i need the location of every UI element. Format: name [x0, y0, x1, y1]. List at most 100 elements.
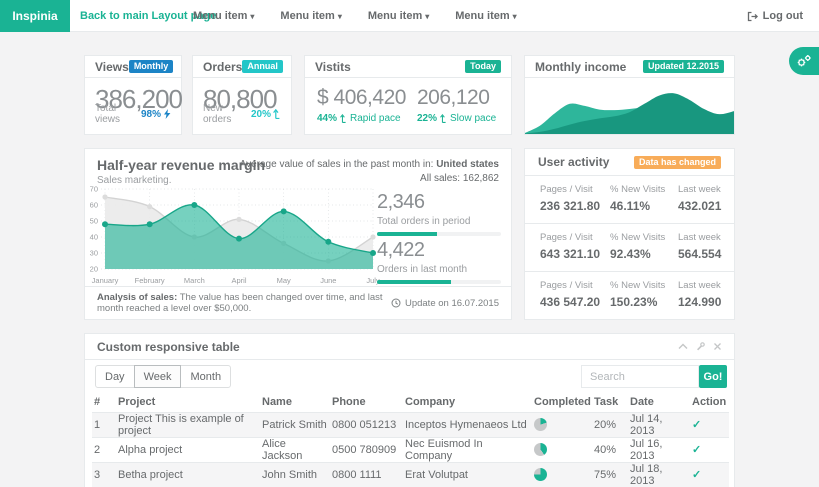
completed-pie-icon: [534, 468, 547, 481]
menu-item-4[interactable]: Menu item▾: [455, 10, 516, 22]
menu-item-2[interactable]: Menu item▾: [280, 10, 341, 22]
filter-button-day[interactable]: Day: [95, 365, 135, 388]
data-changed-badge: Data has changed: [634, 156, 721, 169]
update-info: Update on 16.07.2015: [391, 298, 499, 309]
logout-button[interactable]: Log out: [747, 0, 803, 32]
caret-down-icon: ▾: [425, 12, 429, 21]
svg-text:January: January: [92, 276, 119, 285]
cell-num: 2: [92, 437, 116, 462]
cell-num: 3: [92, 462, 116, 487]
column-header[interactable]: Task: [592, 393, 628, 412]
column-header[interactable]: Phone: [330, 393, 403, 412]
cell-task: 40%: [592, 437, 628, 462]
column-header[interactable]: Project: [116, 393, 260, 412]
cell-date: Jul 16, 2013: [628, 437, 690, 462]
user-activity-cell: % New Visits92.43%: [610, 232, 678, 271]
search-input[interactable]: [581, 365, 699, 388]
cell-name: Patrick Smith: [260, 412, 330, 437]
user-activity-cell: Pages / Visit643 321.10: [540, 232, 610, 271]
clock-icon: [391, 298, 401, 308]
cell-task: 20%: [592, 412, 628, 437]
user-activity-rows: Pages / Visit236 321.80% New Visits46.11…: [525, 176, 734, 320]
menu-item-1[interactable]: Menu item▾: [193, 10, 254, 22]
cell-company: Inceptos Hymenaeos Ltd: [403, 412, 532, 437]
orders-title: Orders: [203, 60, 242, 74]
svg-text:60: 60: [90, 201, 98, 210]
views-title: Views: [95, 60, 129, 74]
check-icon[interactable]: ✓: [692, 469, 701, 481]
monthly-income-panel: Monthly income Updated 12.2015: [524, 55, 735, 135]
cell-phone: 0500 780909: [330, 437, 403, 462]
svg-text:40: 40: [90, 233, 98, 242]
filter-button-week[interactable]: Week: [134, 365, 182, 388]
user-activity-row: Pages / Visit643 321.10% New Visits92.43…: [525, 224, 734, 272]
caret-down-icon: ▾: [513, 12, 517, 21]
cell-action: ✓: [690, 437, 729, 462]
income-badge: Updated 12.2015: [643, 60, 724, 73]
cell-completed: [532, 412, 592, 437]
orders-delta: 20%: [251, 103, 281, 125]
cell-phone: 0800 051213: [330, 412, 403, 437]
visits-panel: Vistits Today $ 406,420 44% Rapid pace 2…: [304, 55, 512, 135]
cell-task: 75%: [592, 462, 628, 487]
cell-num: 1: [92, 412, 116, 437]
column-header[interactable]: Company: [403, 393, 532, 412]
cell-action: ✓: [690, 462, 729, 487]
top-navbar: Inspinia Back to main Layout page Menu i…: [0, 0, 819, 32]
revenue-area-chart: 203040506070JanuaryFebruaryMarchAprilMay…: [89, 181, 381, 286]
table-row: 3Betha projectJohn Smith0800 1111Erat Vo…: [92, 462, 729, 487]
user-activity-row: Pages / Visit436 547.20% New Visits150.2…: [525, 272, 734, 320]
cell-company: Erat Volutpat: [403, 462, 532, 487]
completed-pie-icon: [534, 418, 547, 431]
visits-right-delta: 22% Slow pace: [417, 113, 496, 124]
user-activity-cell: Last week432.021: [678, 184, 734, 223]
level-up-icon: [340, 114, 347, 123]
search-go-button[interactable]: Go!: [699, 365, 727, 388]
svg-text:30: 30: [90, 249, 98, 258]
progress-bar: [377, 280, 501, 284]
user-activity-cell: Pages / Visit236 321.80: [540, 184, 610, 223]
cell-company: Nec Euismod In Company: [403, 437, 532, 462]
column-header[interactable]: #: [92, 393, 116, 412]
monthly-income-chart: [525, 78, 734, 134]
table-header-row: #ProjectNamePhoneCompanyCompletedTaskDat…: [92, 393, 729, 412]
visits-left-delta: 44% Rapid pace: [317, 113, 401, 124]
column-header[interactable]: Date: [628, 393, 690, 412]
orders-last-month-stat: 4,422 Orders in last month: [377, 239, 501, 284]
dashboard-page: Inspinia Back to main Layout page Menu i…: [0, 0, 819, 487]
views-panel: Views Monthly 386,200 Total views 98%: [84, 55, 182, 135]
user-activity-cell: % New Visits150.23%: [610, 280, 678, 320]
brand-logo[interactable]: Inspinia: [0, 0, 70, 32]
cell-completed: [532, 462, 592, 487]
svg-text:May: May: [277, 276, 291, 285]
collapse-icon[interactable]: [678, 342, 688, 351]
nav-menu: Menu item▾ Menu item▾ Menu item▾ Menu item▾: [193, 0, 517, 32]
check-icon[interactable]: ✓: [692, 419, 701, 431]
wrench-icon[interactable]: [696, 342, 705, 351]
column-header[interactable]: Action: [690, 393, 729, 412]
orders-panel: Orders Annual 80,800 New orders 20%: [192, 55, 292, 135]
close-icon[interactable]: [713, 342, 722, 351]
column-header[interactable]: Name: [260, 393, 330, 412]
visits-right-value: 206,120: [417, 86, 489, 110]
user-activity-title: User activity: [538, 155, 609, 169]
views-label: Total views: [95, 103, 141, 125]
period-filter-group: DayWeekMonth: [95, 365, 231, 388]
visits-badge: Today: [465, 60, 501, 73]
check-icon[interactable]: ✓: [692, 444, 701, 456]
column-header[interactable]: Completed: [532, 393, 592, 412]
svg-text:March: March: [184, 276, 205, 285]
views-badge: Monthly: [129, 60, 174, 73]
table-row: 1Project This is example of projectPatri…: [92, 412, 729, 437]
menu-item-3[interactable]: Menu item▾: [368, 10, 429, 22]
responsive-table-panel: Custom responsive table DayWeekMonth Go!…: [84, 333, 735, 487]
filter-button-month[interactable]: Month: [180, 365, 231, 388]
orders-label: New orders: [203, 103, 251, 125]
orders-in-period-stat: 2,346 Total orders in period: [377, 191, 501, 236]
sign-out-icon: [747, 11, 758, 22]
theme-settings-button[interactable]: [789, 47, 819, 75]
cell-date: Jul 18, 2013: [628, 462, 690, 487]
user-activity-panel: User activity Data has changed Pages / V…: [524, 148, 735, 320]
cell-completed: [532, 437, 592, 462]
cell-date: Jul 14, 2013: [628, 412, 690, 437]
